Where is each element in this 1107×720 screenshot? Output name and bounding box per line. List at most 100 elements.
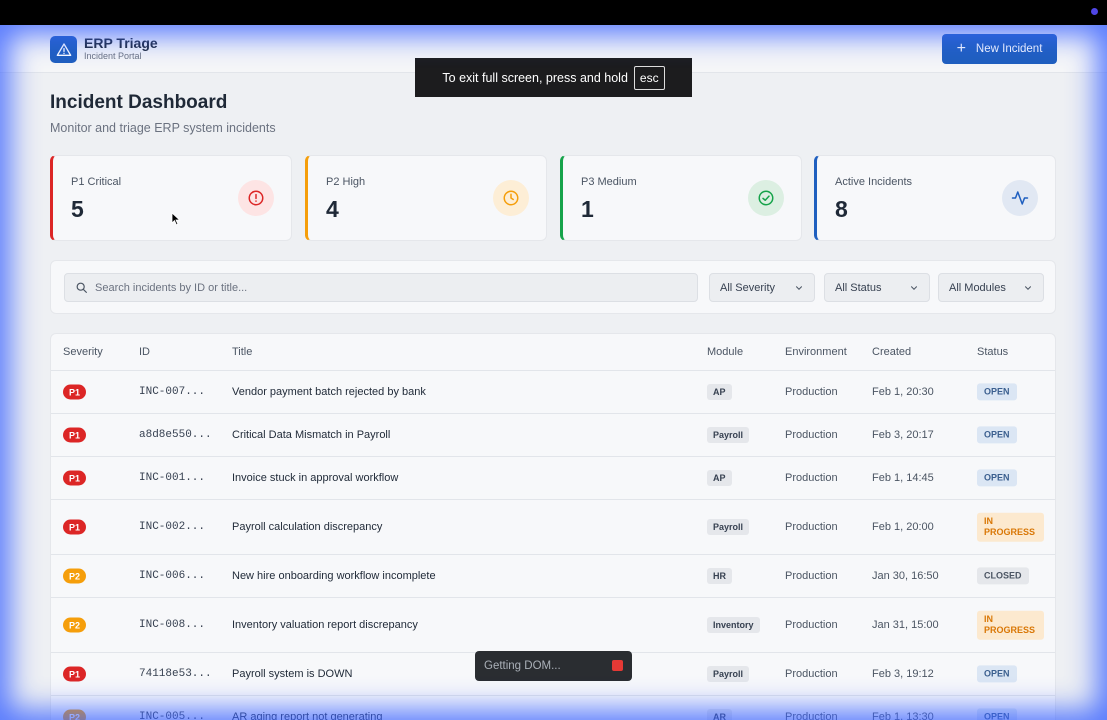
module-tag: Payroll <box>707 519 750 535</box>
incident-id: INC-006... <box>139 570 206 582</box>
search-box[interactable] <box>64 273 698 302</box>
header-id[interactable]: ID <box>139 346 150 358</box>
incident-id: 74118e53... <box>139 668 212 680</box>
warning-triangle-icon <box>56 42 71 56</box>
chevron-down-icon <box>1024 286 1032 290</box>
table-row[interactable]: P1 INC-007... Vendor payment batch rejec… <box>51 371 1055 414</box>
module-tag: Payroll <box>707 427 750 443</box>
created-time: Feb 1, 14:45 <box>872 472 934 484</box>
status-badge: OPEN <box>977 708 1017 720</box>
incident-id: INC-001... <box>139 472 206 484</box>
page-subtitle: Monitor and triage ERP system incidents <box>50 121 276 135</box>
activity-icon <box>1002 180 1038 216</box>
severity-badge: P1 <box>63 666 87 682</box>
environment: Production <box>785 619 838 631</box>
table-row[interactable]: P2 INC-008... Inventory valuation report… <box>51 598 1055 653</box>
severity-filter-value: All Severity <box>720 281 776 294</box>
created-time: Jan 31, 15:00 <box>872 619 939 631</box>
created-time: Feb 3, 19:12 <box>872 668 934 680</box>
stat-card-p3[interactable]: P3 Medium 1 <box>560 155 802 241</box>
created-time: Feb 3, 20:17 <box>872 429 934 441</box>
stat-card-value: 4 <box>326 196 339 222</box>
incident-title: New hire onboarding workflow incomplete <box>232 570 436 582</box>
esc-key: esc <box>633 65 665 90</box>
environment: Production <box>785 711 838 720</box>
alert-circle-icon <box>238 180 274 216</box>
severity-badge: P1 <box>63 470 87 486</box>
screen-share-bar <box>0 0 1107 25</box>
search-input[interactable] <box>95 274 685 301</box>
stat-card-value: 8 <box>835 196 848 222</box>
new-incident-label: New Incident <box>975 43 1043 55</box>
header-module[interactable]: Module <box>707 346 743 358</box>
incident-title: Invoice stuck in approval workflow <box>232 472 399 484</box>
created-time: Feb 1, 13:30 <box>872 711 934 720</box>
status-badge: IN PROGRESS <box>977 610 1044 640</box>
stat-card-p1[interactable]: P1 Critical 5 <box>50 155 292 241</box>
app-subtitle: Incident Portal <box>84 51 142 61</box>
incident-id: INC-007... <box>139 386 206 398</box>
header-environment[interactable]: Environment <box>785 346 847 358</box>
fullscreen-notice: To exit full screen, press and hold esc <box>415 58 692 97</box>
header-title[interactable]: Title <box>232 346 252 358</box>
status-filter[interactable]: All Status <box>824 273 930 302</box>
environment: Production <box>785 521 838 533</box>
plus-icon: + <box>956 40 966 57</box>
module-tag: AP <box>707 384 732 400</box>
check-circle-icon <box>748 180 784 216</box>
status-badge: CLOSED <box>977 567 1029 585</box>
severity-badge: P1 <box>63 427 87 443</box>
header-status[interactable]: Status <box>977 346 1008 358</box>
environment: Production <box>785 472 838 484</box>
status-badge: OPEN <box>977 665 1017 683</box>
incident-title: Vendor payment batch rejected by bank <box>232 386 426 398</box>
stat-card-value: 5 <box>71 196 84 222</box>
stop-icon[interactable] <box>612 660 623 671</box>
table-row[interactable]: P1 INC-001... Invoice stuck in approval … <box>51 457 1055 500</box>
stat-card-label: Active Incidents <box>835 176 913 188</box>
stat-card-p2[interactable]: P2 High 4 <box>305 155 547 241</box>
recording-indicator <box>1091 8 1098 15</box>
severity-filter[interactable]: All Severity <box>709 273 815 302</box>
table-row[interactable]: P1 a8d8e550... Critical Data Mismatch in… <box>51 414 1055 457</box>
app-name: ERP Triage <box>84 35 158 51</box>
environment: Production <box>785 570 838 582</box>
chevron-down-icon <box>795 286 803 290</box>
created-time: Jan 30, 16:50 <box>872 570 939 582</box>
status-badge: IN PROGRESS <box>977 512 1044 542</box>
dom-status-pill: Getting DOM... <box>475 651 632 681</box>
environment: Production <box>785 386 838 398</box>
header-severity[interactable]: Severity <box>63 346 103 358</box>
created-time: Feb 1, 20:00 <box>872 521 934 533</box>
incident-id: INC-002... <box>139 521 206 533</box>
incident-title: Payroll calculation discrepancy <box>232 521 383 533</box>
page-title: Incident Dashboard <box>50 92 228 113</box>
severity-badge: P2 <box>63 709 87 720</box>
incident-id: INC-008... <box>139 619 206 631</box>
stat-card-value: 1 <box>581 196 594 222</box>
stat-card-label: P2 High <box>326 176 366 188</box>
mouse-cursor-icon <box>171 212 181 226</box>
stat-card-label: P3 Medium <box>581 176 637 188</box>
status-badge: OPEN <box>977 383 1017 401</box>
table-row[interactable]: P1 INC-002... Payroll calculation discre… <box>51 500 1055 555</box>
incident-id: a8d8e550... <box>139 429 212 441</box>
new-incident-button[interactable]: + New Incident <box>942 34 1057 64</box>
header-created[interactable]: Created <box>872 346 911 358</box>
stat-card-active[interactable]: Active Incidents 8 <box>814 155 1056 241</box>
logo[interactable] <box>50 36 77 63</box>
incident-title: Critical Data Mismatch in Payroll <box>232 429 391 441</box>
module-tag: AR <box>707 709 732 720</box>
environment: Production <box>785 668 838 680</box>
incident-id: INC-005... <box>139 711 206 720</box>
clock-icon <box>493 180 529 216</box>
created-time: Feb 1, 20:30 <box>872 386 934 398</box>
status-badge: OPEN <box>977 469 1017 487</box>
table-row[interactable]: P2 INC-006... New hire onboarding workfl… <box>51 555 1055 598</box>
stat-card-label: P1 Critical <box>71 176 122 188</box>
status-badge: OPEN <box>977 426 1017 444</box>
search-icon <box>76 282 87 293</box>
table-row[interactable]: P2 INC-005... AR aging report not genera… <box>51 696 1055 720</box>
modules-filter[interactable]: All Modules <box>938 273 1044 302</box>
severity-badge: P1 <box>63 384 87 400</box>
